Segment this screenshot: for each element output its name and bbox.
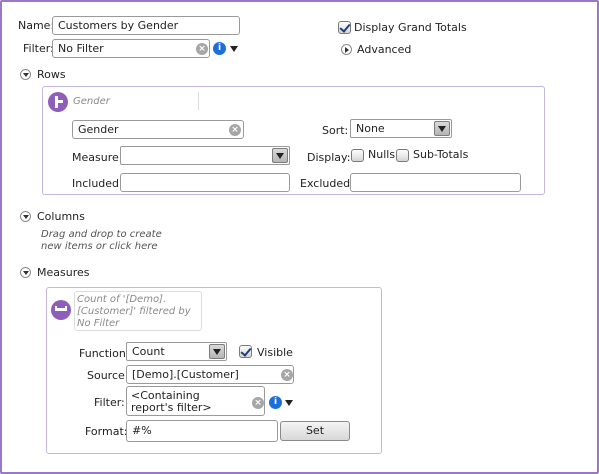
measure-select[interactable] xyxy=(120,146,290,165)
format-label: Format: xyxy=(85,425,128,438)
columns-hint-line1[interactable]: Drag and drop to create xyxy=(41,229,162,241)
editor-frame: Name: Customers by Gender Filter: No Fil… xyxy=(0,0,599,474)
display-label: Display: xyxy=(307,151,351,164)
excluded-label: Excluded: xyxy=(300,177,354,190)
advanced-expand-icon[interactable] xyxy=(341,44,352,55)
row-dimension-icon xyxy=(48,92,68,112)
columns-title: Columns xyxy=(37,210,85,223)
advanced-link[interactable]: Advanced xyxy=(357,43,411,56)
included-input[interactable] xyxy=(120,173,290,192)
included-label: Included: xyxy=(72,177,123,190)
name-label: Name: xyxy=(18,19,55,32)
function-label: Function: xyxy=(79,347,130,360)
row-item-caption[interactable]: Gender xyxy=(73,96,110,108)
visible-checkbox[interactable] xyxy=(239,345,252,358)
measure-caption-box[interactable]: Count of '[Demo]. [Customer]' filtered b… xyxy=(74,291,202,331)
source-label: Source: xyxy=(87,369,129,382)
measures-panel: Count of '[Demo]. [Customer]' filtered b… xyxy=(46,287,382,454)
measure-filter-line2: report's filter> xyxy=(131,401,212,414)
rows-title: Rows xyxy=(37,68,66,81)
grand-totals-label: Display Grand Totals xyxy=(354,21,467,34)
measure-item-icon xyxy=(51,300,71,320)
measure-filter-input[interactable]: <Containing report's filter> xyxy=(126,386,265,416)
function-select[interactable]: Count xyxy=(126,342,227,361)
excluded-input[interactable] xyxy=(350,173,521,192)
row-field-input[interactable]: Gender xyxy=(72,120,244,139)
measure-filter-info-icon[interactable]: i xyxy=(269,396,282,409)
visible-label: Visible xyxy=(257,346,293,359)
measure-filter-label: Filter: xyxy=(94,396,125,409)
nulls-label: Nulls xyxy=(368,148,396,161)
measure-filter-dropdown-icon[interactable] xyxy=(285,400,293,406)
measure-filter-clear-icon[interactable]: × xyxy=(252,397,264,409)
subtotals-checkbox[interactable] xyxy=(396,149,409,162)
measure-caption-line2: [Customer]' filtered by xyxy=(77,306,191,317)
rows-panel: Gender Gender × Sort: None Measure: Disp… xyxy=(42,86,545,195)
set-button[interactable]: Set xyxy=(280,421,350,441)
caption-divider xyxy=(198,92,199,110)
format-input[interactable]: #% xyxy=(126,420,278,442)
name-input[interactable]: Customers by Gender xyxy=(52,16,240,35)
measure-filter-line1: <Containing xyxy=(131,389,200,402)
rows-collapse-icon[interactable] xyxy=(20,69,31,80)
columns-hint-line2[interactable]: new items or click here xyxy=(41,241,158,253)
measure-label: Measure: xyxy=(72,151,123,164)
filter-label: Filter: xyxy=(23,42,54,55)
filter-input[interactable]: No Filter xyxy=(52,39,210,58)
sort-dropdown-icon[interactable] xyxy=(434,121,450,136)
filter-clear-icon[interactable]: × xyxy=(196,43,208,55)
measure-dropdown-icon[interactable] xyxy=(272,148,288,163)
measures-title: Measures xyxy=(37,266,90,279)
subtotals-label: Sub-Totals xyxy=(413,148,469,161)
filter-info-icon[interactable]: i xyxy=(213,42,226,55)
sort-value: None xyxy=(356,122,385,135)
measure-caption-line3: No Filter xyxy=(77,318,120,329)
function-dropdown-icon[interactable] xyxy=(209,344,225,359)
sort-label: Sort: xyxy=(322,124,349,137)
nulls-checkbox[interactable] xyxy=(351,149,364,162)
sort-select[interactable]: None xyxy=(350,119,452,138)
measure-caption-line1: Count of '[Demo]. xyxy=(77,294,167,305)
measures-collapse-icon[interactable] xyxy=(20,267,31,278)
source-clear-icon[interactable]: × xyxy=(281,369,293,381)
source-input[interactable]: [Demo].[Customer] xyxy=(126,365,294,384)
function-value: Count xyxy=(132,345,165,358)
grand-totals-checkbox[interactable] xyxy=(338,21,351,34)
row-field-clear-icon[interactable]: × xyxy=(229,124,241,136)
filter-dropdown-icon[interactable] xyxy=(230,46,238,52)
columns-collapse-icon[interactable] xyxy=(20,211,31,222)
